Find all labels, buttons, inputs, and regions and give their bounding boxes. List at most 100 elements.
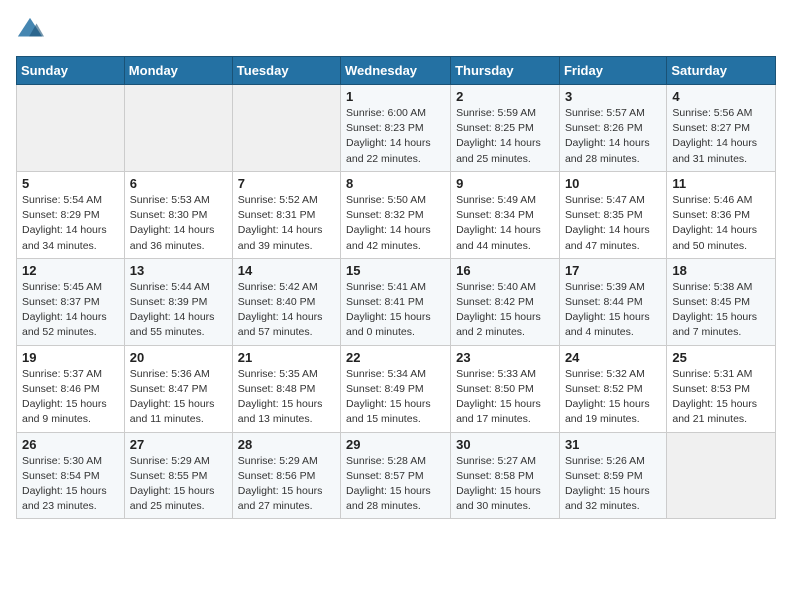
day-number: 27 [130,437,227,452]
day-number: 23 [456,350,554,365]
day-number: 5 [22,176,119,191]
calendar-cell: 20 Sunrise: 5:36 AM Sunset: 8:47 PM Dayli… [124,345,232,432]
day-number: 14 [238,263,335,278]
cell-content: Sunrise: 5:42 AM Sunset: 8:40 PM Dayligh… [238,280,335,341]
calendar-cell: 12 Sunrise: 5:45 AM Sunset: 8:37 PM Dayli… [17,258,125,345]
day-number: 1 [346,89,445,104]
calendar-cell: 31 Sunrise: 5:26 AM Sunset: 8:59 PM Dayli… [559,432,666,519]
cell-content: Sunrise: 5:44 AM Sunset: 8:39 PM Dayligh… [130,280,227,341]
day-number: 11 [672,176,770,191]
day-number: 30 [456,437,554,452]
calendar-week-row: 19 Sunrise: 5:37 AM Sunset: 8:46 PM Dayli… [17,345,776,432]
day-number: 16 [456,263,554,278]
calendar-week-row: 1 Sunrise: 6:00 AM Sunset: 8:23 PM Daylig… [17,85,776,172]
day-number: 17 [565,263,661,278]
day-number: 12 [22,263,119,278]
cell-content: Sunrise: 6:00 AM Sunset: 8:23 PM Dayligh… [346,106,445,167]
calendar-cell: 13 Sunrise: 5:44 AM Sunset: 8:39 PM Dayli… [124,258,232,345]
cell-content: Sunrise: 5:57 AM Sunset: 8:26 PM Dayligh… [565,106,661,167]
calendar-cell [17,85,125,172]
calendar-cell: 2 Sunrise: 5:59 AM Sunset: 8:25 PM Daylig… [451,85,560,172]
calendar-table: SundayMondayTuesdayWednesdayThursdayFrid… [16,56,776,519]
calendar-cell: 30Sunrise: 5:27 AM Sunset: 8:58 PM Dayli… [451,432,560,519]
calendar-cell: 21 Sunrise: 5:35 AM Sunset: 8:48 PM Dayli… [232,345,340,432]
cell-content: Sunrise: 5:45 AM Sunset: 8:37 PM Dayligh… [22,280,119,341]
calendar-cell: 4 Sunrise: 5:56 AM Sunset: 8:27 PM Daylig… [667,85,776,172]
calendar-week-row: 12 Sunrise: 5:45 AM Sunset: 8:37 PM Dayli… [17,258,776,345]
cell-content: Sunrise: 5:29 AM Sunset: 8:56 PM Dayligh… [238,454,335,515]
day-number: 6 [130,176,227,191]
day-number: 4 [672,89,770,104]
calendar-cell [124,85,232,172]
cell-content: Sunrise: 5:52 AM Sunset: 8:31 PM Dayligh… [238,193,335,254]
cell-content: Sunrise: 5:37 AM Sunset: 8:46 PM Dayligh… [22,367,119,428]
col-header-wednesday: Wednesday [341,57,451,85]
day-number: 28 [238,437,335,452]
cell-content: Sunrise: 5:38 AM Sunset: 8:45 PM Dayligh… [672,280,770,341]
day-number: 9 [456,176,554,191]
col-header-friday: Friday [559,57,666,85]
calendar-week-row: 26Sunrise: 5:30 AM Sunset: 8:54 PM Dayli… [17,432,776,519]
day-number: 22 [346,350,445,365]
calendar-week-row: 5Sunrise: 5:54 AM Sunset: 8:29 PM Daylig… [17,171,776,258]
calendar-cell: 6 Sunrise: 5:53 AM Sunset: 8:30 PM Daylig… [124,171,232,258]
cell-content: Sunrise: 5:36 AM Sunset: 8:47 PM Dayligh… [130,367,227,428]
calendar-cell: 11 Sunrise: 5:46 AM Sunset: 8:36 PM Dayli… [667,171,776,258]
cell-content: Sunrise: 5:46 AM Sunset: 8:36 PM Dayligh… [672,193,770,254]
logo [16,16,46,44]
calendar-cell: 10 Sunrise: 5:47 AM Sunset: 8:35 PM Dayli… [559,171,666,258]
calendar-cell: 7Sunrise: 5:52 AM Sunset: 8:31 PM Daylig… [232,171,340,258]
cell-content: Sunrise: 5:33 AM Sunset: 8:50 PM Dayligh… [456,367,554,428]
day-number: 13 [130,263,227,278]
cell-content: Sunrise: 5:49 AM Sunset: 8:34 PM Dayligh… [456,193,554,254]
cell-content: Sunrise: 5:26 AM Sunset: 8:59 PM Dayligh… [565,454,661,515]
calendar-cell: 8Sunrise: 5:50 AM Sunset: 8:32 PM Daylig… [341,171,451,258]
calendar-cell: 19 Sunrise: 5:37 AM Sunset: 8:46 PM Dayli… [17,345,125,432]
cell-content: Sunrise: 5:50 AM Sunset: 8:32 PM Dayligh… [346,193,445,254]
calendar-cell: 17 Sunrise: 5:39 AM Sunset: 8:44 PM Dayli… [559,258,666,345]
page-header [16,16,776,44]
cell-content: Sunrise: 5:47 AM Sunset: 8:35 PM Dayligh… [565,193,661,254]
cell-content: Sunrise: 5:35 AM Sunset: 8:48 PM Dayligh… [238,367,335,428]
day-number: 10 [565,176,661,191]
day-number: 31 [565,437,661,452]
day-number: 24 [565,350,661,365]
col-header-saturday: Saturday [667,57,776,85]
col-header-tuesday: Tuesday [232,57,340,85]
day-number: 3 [565,89,661,104]
calendar-cell: 24 Sunrise: 5:32 AM Sunset: 8:52 PM Dayli… [559,345,666,432]
calendar-cell: 15 Sunrise: 5:41 AM Sunset: 8:41 PM Dayli… [341,258,451,345]
calendar-cell: 22 Sunrise: 5:34 AM Sunset: 8:49 PM Dayli… [341,345,451,432]
calendar-cell [232,85,340,172]
calendar-cell: 26Sunrise: 5:30 AM Sunset: 8:54 PM Dayli… [17,432,125,519]
day-number: 18 [672,263,770,278]
cell-content: Sunrise: 5:28 AM Sunset: 8:57 PM Dayligh… [346,454,445,515]
cell-content: Sunrise: 5:59 AM Sunset: 8:25 PM Dayligh… [456,106,554,167]
col-header-thursday: Thursday [451,57,560,85]
day-number: 19 [22,350,119,365]
calendar-header-row: SundayMondayTuesdayWednesdayThursdayFrid… [17,57,776,85]
day-number: 20 [130,350,227,365]
cell-content: Sunrise: 5:41 AM Sunset: 8:41 PM Dayligh… [346,280,445,341]
calendar-cell: 16 Sunrise: 5:40 AM Sunset: 8:42 PM Dayli… [451,258,560,345]
cell-content: Sunrise: 5:34 AM Sunset: 8:49 PM Dayligh… [346,367,445,428]
cell-content: Sunrise: 5:32 AM Sunset: 8:52 PM Dayligh… [565,367,661,428]
calendar-cell: 23 Sunrise: 5:33 AM Sunset: 8:50 PM Dayli… [451,345,560,432]
calendar-cell: 29 Sunrise: 5:28 AM Sunset: 8:57 PM Dayli… [341,432,451,519]
day-number: 21 [238,350,335,365]
day-number: 29 [346,437,445,452]
day-number: 2 [456,89,554,104]
day-number: 15 [346,263,445,278]
cell-content: Sunrise: 5:29 AM Sunset: 8:55 PM Dayligh… [130,454,227,515]
calendar-cell: 14 Sunrise: 5:42 AM Sunset: 8:40 PM Dayli… [232,258,340,345]
calendar-cell: 18 Sunrise: 5:38 AM Sunset: 8:45 PM Dayli… [667,258,776,345]
cell-content: Sunrise: 5:40 AM Sunset: 8:42 PM Dayligh… [456,280,554,341]
cell-content: Sunrise: 5:53 AM Sunset: 8:30 PM Dayligh… [130,193,227,254]
calendar-cell: 5Sunrise: 5:54 AM Sunset: 8:29 PM Daylig… [17,171,125,258]
calendar-cell [667,432,776,519]
cell-content: Sunrise: 5:56 AM Sunset: 8:27 PM Dayligh… [672,106,770,167]
calendar-cell: 28 Sunrise: 5:29 AM Sunset: 8:56 PM Dayli… [232,432,340,519]
calendar-cell: 9 Sunrise: 5:49 AM Sunset: 8:34 PM Daylig… [451,171,560,258]
calendar-cell: 27 Sunrise: 5:29 AM Sunset: 8:55 PM Dayli… [124,432,232,519]
cell-content: Sunrise: 5:39 AM Sunset: 8:44 PM Dayligh… [565,280,661,341]
